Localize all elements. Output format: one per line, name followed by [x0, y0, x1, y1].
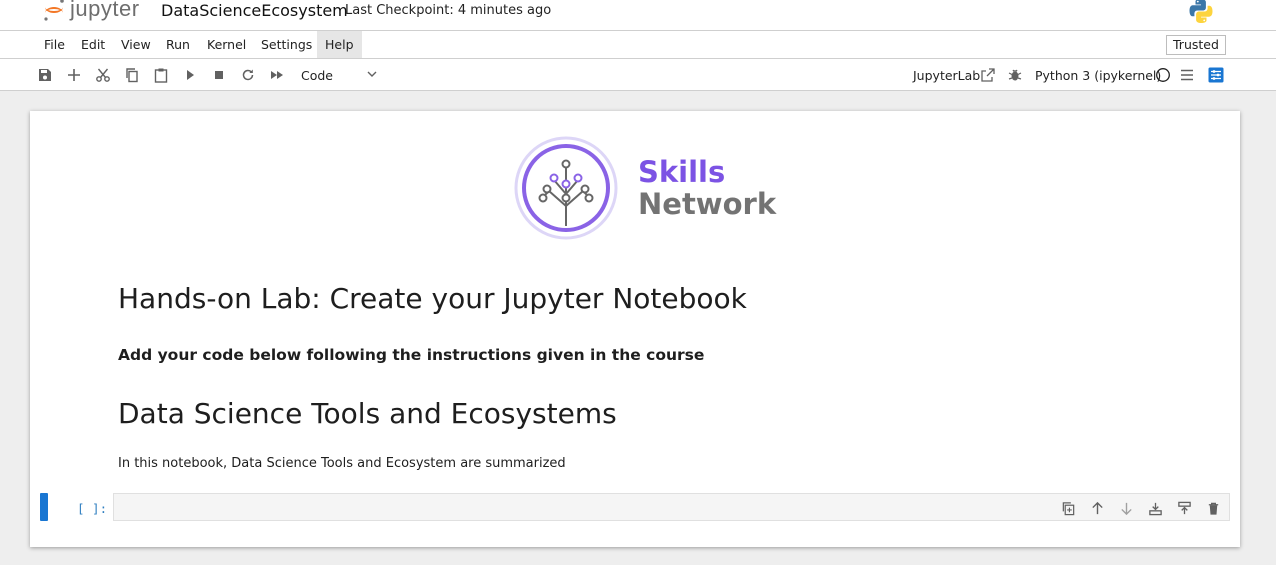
delete-icon[interactable] [1204, 499, 1222, 517]
cut-icon[interactable] [94, 66, 112, 84]
restart-icon[interactable] [239, 66, 257, 84]
debugger-icon[interactable] [1006, 66, 1024, 84]
heading-data-science-tools: Data Science Tools and Ecosystems [118, 397, 617, 430]
menu-lines-icon[interactable] [1178, 66, 1196, 84]
jupyter-logo-icon [42, 0, 66, 22]
move-up-icon[interactable] [1088, 499, 1106, 517]
notebook-toolbar: Code JupyterLab Python 3 (ipykernel) [0, 59, 1276, 91]
notebook-title[interactable]: DataScienceEcosystem [161, 1, 348, 20]
fast-forward-icon[interactable] [268, 66, 286, 84]
code-cell-input[interactable] [113, 493, 1230, 521]
jupyter-logo-text: jupyter [70, 0, 140, 21]
add-icon[interactable] [65, 66, 83, 84]
property-inspector-icon[interactable] [1207, 66, 1225, 84]
menu-run[interactable]: Run [158, 31, 198, 58]
intro-paragraph: In this notebook, Data Science Tools and… [118, 456, 566, 471]
notebook-panel: Skills Network Hands-on Lab: Create your… [30, 111, 1240, 547]
jupyterlab-link[interactable]: JupyterLab [913, 68, 980, 83]
skills-network-logo-icon [514, 136, 618, 240]
duplicate-icon[interactable] [1059, 499, 1077, 517]
kernel-name[interactable]: Python 3 (ipykernel) [1035, 68, 1161, 83]
jupyter-logo[interactable]: jupyter [42, 0, 140, 22]
skills-network-logo-line2: Network [638, 187, 777, 221]
code-cell-prompt: [ ]: [77, 501, 108, 516]
paste-icon[interactable] [152, 66, 170, 84]
trusted-indicator[interactable]: Trusted [1166, 35, 1226, 55]
cell-type-select[interactable]: Code [296, 64, 382, 86]
run-icon[interactable] [181, 66, 199, 84]
top-bar: jupyter DataScienceEcosystem Last Checkp… [0, 0, 1276, 31]
menu-file[interactable]: File [36, 31, 73, 58]
cell-type-value: Code [301, 67, 334, 83]
chevron-down-icon [367, 71, 377, 77]
skills-network-logo-line1: Skills [638, 155, 726, 189]
copy-icon[interactable] [123, 66, 141, 84]
checkpoint-status: Last Checkpoint: 4 minutes ago [345, 3, 552, 18]
active-cell-indicator [40, 493, 48, 521]
insert-above-icon[interactable] [1146, 499, 1164, 517]
menu-edit[interactable]: Edit [73, 31, 113, 58]
menu-settings[interactable]: Settings [253, 31, 320, 58]
save-icon[interactable] [36, 66, 54, 84]
menu-view[interactable]: View [113, 31, 159, 58]
menu-kernel[interactable]: Kernel [199, 31, 254, 58]
kernel-status-icon [1154, 66, 1172, 84]
python-logo-icon [1188, 0, 1214, 24]
insert-below-icon[interactable] [1175, 499, 1193, 517]
menu-bar: File Edit View Run Kernel Settings Help … [0, 31, 1276, 59]
heading-title: Hands-on Lab: Create your Jupyter Notebo… [118, 282, 747, 315]
heading-instructions: Add your code below following the instru… [118, 346, 705, 364]
move-down-icon[interactable] [1117, 499, 1135, 517]
menu-help[interactable]: Help [317, 31, 362, 58]
external-link-icon[interactable] [979, 66, 997, 84]
stop-icon[interactable] [210, 66, 228, 84]
